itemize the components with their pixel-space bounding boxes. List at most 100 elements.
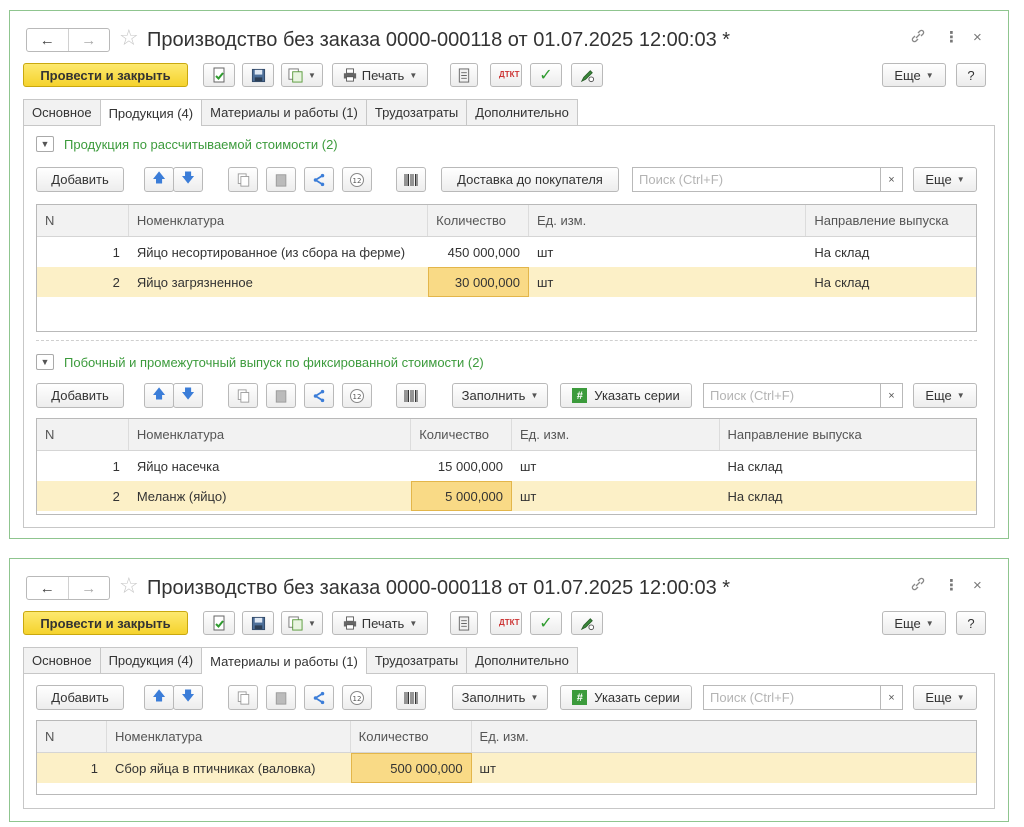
- cell-direction[interactable]: На склад: [720, 481, 976, 511]
- move-up-button[interactable]: 🡅: [144, 685, 174, 710]
- share-button[interactable]: [304, 383, 334, 408]
- more-button[interactable]: Еще ▼: [913, 383, 977, 408]
- save-button[interactable]: [242, 611, 274, 635]
- move-down-button[interactable]: 🡇: [173, 167, 203, 192]
- report-button[interactable]: [450, 611, 478, 635]
- forward-button[interactable]: →: [67, 29, 110, 51]
- tab-materials[interactable]: Материалы и работы (1): [201, 99, 367, 125]
- table-row-selected[interactable]: 2 Яйцо загрязненное 30 000,000 шт На скл…: [37, 267, 976, 297]
- tab-products[interactable]: Продукция (4): [99, 647, 203, 673]
- paste-button[interactable]: [266, 383, 296, 408]
- column-header-unit[interactable]: Ед. изм.: [512, 419, 720, 450]
- barcode-button[interactable]: [396, 167, 426, 192]
- barcode-button[interactable]: [396, 383, 426, 408]
- tab-materials[interactable]: Материалы и работы (1): [201, 647, 367, 674]
- edit-sign-button[interactable]: [571, 63, 603, 87]
- cell-nomenclature[interactable]: Яйцо несортированное (из сбора на ферме): [129, 237, 428, 267]
- tab-labor[interactable]: Трудозатраты: [365, 647, 468, 673]
- collapse-chevron-icon[interactable]: ▼: [36, 354, 54, 370]
- more-button[interactable]: Еще ▼: [882, 63, 946, 87]
- column-header-n[interactable]: N: [37, 721, 107, 752]
- link-icon[interactable]: [910, 576, 926, 598]
- specify-series-button[interactable]: # Указать серии: [560, 383, 692, 408]
- numbering-button[interactable]: 12: [342, 685, 372, 710]
- print-button[interactable]: Печать ▼: [332, 611, 428, 635]
- print-button[interactable]: Печать ▼: [332, 63, 428, 87]
- cell-direction[interactable]: На склад: [806, 237, 976, 267]
- specify-series-button[interactable]: # Указать серии: [560, 685, 692, 710]
- group-header-byproducts[interactable]: ▼ Побочный и промежуточный выпуск по фик…: [36, 354, 484, 370]
- favorite-star-icon[interactable]: ☆: [119, 574, 139, 598]
- tab-products[interactable]: Продукция (4): [99, 99, 203, 126]
- column-header-quantity[interactable]: Количество: [428, 205, 529, 236]
- link-icon[interactable]: [910, 28, 926, 50]
- check-button[interactable]: ✓: [530, 611, 562, 635]
- cell-quantity[interactable]: 450 000,000: [428, 237, 529, 267]
- post-button[interactable]: [203, 611, 235, 635]
- tab-additional[interactable]: Дополнительно: [466, 647, 578, 673]
- check-button[interactable]: ✓: [530, 63, 562, 87]
- search-field[interactable]: [632, 167, 881, 192]
- cell-nomenclature[interactable]: Яйцо загрязненное: [129, 267, 428, 297]
- back-button[interactable]: ←: [27, 29, 68, 51]
- column-header-quantity[interactable]: Количество: [351, 721, 472, 752]
- table-row-selected[interactable]: 1 Сбор яйца в птичниках (валовка) 500 00…: [37, 753, 976, 783]
- cell-nomenclature[interactable]: Сбор яйца в птичниках (валовка): [107, 753, 351, 783]
- cell-quantity[interactable]: 15 000,000: [411, 451, 512, 481]
- column-header-nomenclature[interactable]: Номенклатура: [129, 419, 412, 450]
- add-button[interactable]: Добавить: [36, 685, 124, 710]
- column-header-n[interactable]: N: [37, 419, 129, 450]
- dt-kt-button[interactable]: ДТКТ: [490, 611, 522, 635]
- dt-kt-button[interactable]: ДТКТ: [490, 63, 522, 87]
- column-header-direction[interactable]: Направление выпуска: [720, 419, 976, 450]
- add-button[interactable]: Добавить: [36, 383, 124, 408]
- tab-additional[interactable]: Дополнительно: [466, 99, 578, 125]
- column-header-unit[interactable]: Ед. изм.: [529, 205, 807, 236]
- cell-unit[interactable]: шт: [512, 481, 720, 511]
- cell-unit[interactable]: шт: [529, 237, 806, 267]
- table-row[interactable]: 1 Яйцо насечка 15 000,000 шт На склад: [37, 451, 976, 481]
- save-button[interactable]: [242, 63, 274, 87]
- post-button[interactable]: [203, 63, 235, 87]
- column-header-nomenclature[interactable]: Номенклатура: [107, 721, 351, 752]
- report-button[interactable]: [450, 63, 478, 87]
- move-up-button[interactable]: 🡅: [144, 167, 174, 192]
- delivery-to-customer-button[interactable]: Доставка до покупателя: [441, 167, 619, 192]
- more-menu-icon[interactable]: ⋮: [944, 28, 959, 48]
- edit-sign-button[interactable]: [571, 611, 603, 635]
- cell-direction[interactable]: На склад: [806, 267, 976, 297]
- copy-button[interactable]: [228, 685, 258, 710]
- search-input[interactable]: [704, 384, 880, 407]
- move-down-button[interactable]: 🡇: [173, 685, 203, 710]
- numbering-button[interactable]: 12: [342, 167, 372, 192]
- column-header-unit[interactable]: Ед. изм.: [472, 721, 976, 752]
- post-and-close-button[interactable]: Провести и закрыть: [23, 63, 188, 87]
- search-field[interactable]: [703, 383, 881, 408]
- cell-nomenclature[interactable]: Меланж (яйцо): [129, 481, 411, 511]
- fill-button[interactable]: Заполнить ▼: [452, 685, 548, 710]
- column-header-nomenclature[interactable]: Номенклатура: [129, 205, 429, 236]
- table-row[interactable]: 1 Яйцо несортированное (из сбора на ферм…: [37, 237, 976, 267]
- more-menu-icon[interactable]: ⋮: [944, 576, 959, 596]
- close-icon[interactable]: ×: [973, 28, 982, 48]
- numbering-button[interactable]: 12: [342, 383, 372, 408]
- cell-quantity-focused[interactable]: 500 000,000: [350, 753, 472, 783]
- help-button[interactable]: ?: [956, 63, 986, 87]
- search-field[interactable]: [703, 685, 881, 710]
- copy-button[interactable]: [228, 167, 258, 192]
- cell-quantity-focused[interactable]: 30 000,000: [428, 267, 529, 297]
- collapse-chevron-icon[interactable]: ▼: [36, 136, 54, 152]
- column-header-direction[interactable]: Направление выпуска: [806, 205, 976, 236]
- help-button[interactable]: ?: [956, 611, 986, 635]
- column-header-n[interactable]: N: [37, 205, 129, 236]
- tab-labor[interactable]: Трудозатраты: [365, 99, 468, 125]
- copy-button[interactable]: [228, 383, 258, 408]
- search-input[interactable]: [704, 686, 880, 709]
- search-clear-button[interactable]: ×: [881, 167, 903, 192]
- share-button[interactable]: [304, 167, 334, 192]
- create-based-on-button[interactable]: ▼: [281, 63, 323, 87]
- search-input[interactable]: [633, 168, 880, 191]
- cell-nomenclature[interactable]: Яйцо насечка: [129, 451, 411, 481]
- back-button[interactable]: ←: [27, 577, 68, 599]
- cell-unit[interactable]: шт: [472, 753, 976, 783]
